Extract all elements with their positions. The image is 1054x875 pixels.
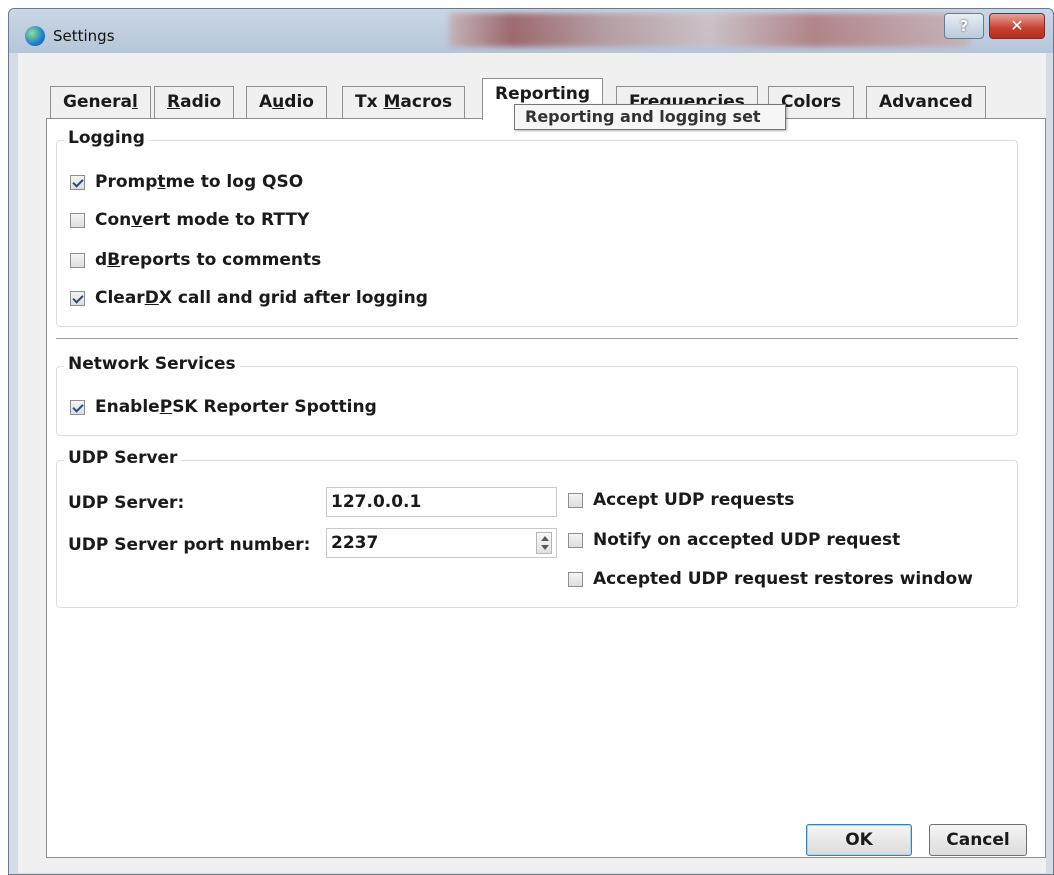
window-title: Settings: [53, 27, 115, 45]
tab-tooltip: Reporting and logging set: [514, 104, 786, 130]
network-services-title: Network Services: [64, 354, 240, 374]
settings-window: Settings ? ✕ General Radio Audio Tx Macr…: [8, 8, 1054, 875]
restore-window-checkbox[interactable]: Accepted UDP request restores window: [568, 569, 973, 589]
tab-radio[interactable]: Radio: [154, 86, 235, 119]
cancel-button[interactable]: Cancel: [929, 824, 1027, 856]
logging-group-title: Logging: [64, 128, 149, 148]
udp-server-title: UDP Server: [64, 448, 182, 468]
udp-port-spinbox[interactable]: 2237: [326, 528, 557, 558]
app-icon: [25, 26, 45, 46]
checkbox-box[interactable]: [568, 532, 583, 548]
tab-advanced[interactable]: Advanced: [866, 86, 986, 119]
checkbox-box[interactable]: [70, 252, 85, 268]
udp-server-input[interactable]: 127.0.0.1: [326, 487, 557, 517]
port-spin-arrows-icon[interactable]: [536, 532, 552, 554]
section-divider: [56, 338, 1018, 339]
checkbox-box[interactable]: [70, 399, 85, 415]
checkbox-box[interactable]: [70, 290, 85, 306]
accept-udp-checkbox[interactable]: Accept UDP requests: [568, 490, 794, 510]
tab-general[interactable]: General: [50, 86, 151, 119]
checkbox-box[interactable]: [70, 174, 85, 190]
tab-tx-macros[interactable]: Tx Macros: [342, 86, 466, 119]
background-blur: [449, 13, 969, 47]
title-bar[interactable]: Settings ? ✕: [9, 9, 1053, 53]
notify-udp-checkbox[interactable]: Notify on accepted UDP request: [568, 530, 900, 550]
psk-reporter-checkbox[interactable]: Enable P SK Reporter Spotting: [70, 397, 377, 417]
checkbox-box[interactable]: [568, 571, 583, 587]
prompt-log-qso-checkbox[interactable]: Promp t me to log QSO: [70, 172, 303, 192]
ok-button[interactable]: OK: [806, 824, 912, 856]
db-reports-checkbox[interactable]: dB reports to comments: [70, 250, 321, 270]
checkbox-box[interactable]: [70, 212, 85, 228]
udp-port-label: UDP Server port number:: [68, 535, 311, 555]
checkbox-box[interactable]: [568, 492, 583, 508]
help-button[interactable]: ?: [944, 13, 984, 39]
clear-dx-checkbox[interactable]: Clear DX call and grid after logging: [70, 288, 428, 308]
tab-audio[interactable]: Audio: [246, 86, 327, 119]
convert-rtty-checkbox[interactable]: Con v ert mode to RTTY: [70, 210, 309, 230]
close-button[interactable]: ✕: [989, 13, 1045, 39]
udp-server-label: UDP Server:: [68, 493, 185, 513]
